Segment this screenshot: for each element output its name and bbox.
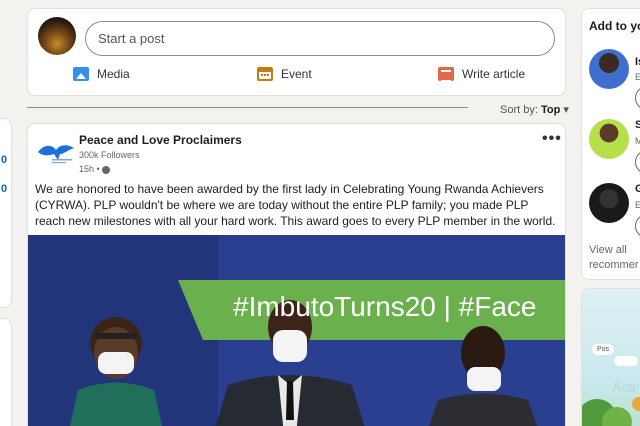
follow-button[interactable]: [635, 86, 640, 110]
follow-button[interactable]: [635, 214, 640, 238]
post-timestamp: 15h •: [79, 164, 111, 174]
post-time-text: 15h •: [79, 164, 100, 174]
post-author-name[interactable]: Peace and Love Proclaimers: [79, 133, 242, 147]
follow-button[interactable]: [635, 150, 640, 174]
recommendation-headline: M: [635, 136, 640, 146]
recommendation-name[interactable]: S: [635, 119, 640, 131]
view-all-recommendations-link[interactable]: View all recommer: [589, 243, 640, 273]
add-to-feed-title: Add to yo: [589, 19, 640, 33]
sort-prefix: Sort by:: [500, 104, 538, 116]
post-image[interactable]: #ImbutoTurns20 | #Face: [28, 235, 565, 426]
recommendation-name[interactable]: G: [635, 183, 640, 195]
ad-decoration: [632, 397, 640, 411]
globe-icon: [102, 165, 111, 174]
ad-foliage: [602, 407, 632, 426]
ad-chip: Pos: [592, 344, 615, 355]
caret-down-icon: ▾: [563, 104, 569, 116]
composer-actions: Media Event Write article: [28, 67, 565, 89]
post-photo-scene: [28, 235, 565, 426]
avatar[interactable]: [589, 49, 629, 89]
image-icon: [73, 67, 89, 81]
company-logo[interactable]: [36, 140, 76, 166]
ad-chip-label: Pos: [597, 346, 610, 353]
event-button[interactable]: Event: [257, 67, 312, 81]
write-article-button[interactable]: Write article: [438, 67, 526, 82]
recommendation-name[interactable]: Is: [635, 56, 640, 68]
start-post-placeholder: Start a post: [98, 31, 165, 46]
ad-chip-secondary: [614, 356, 638, 366]
post-photo-banner-text: #ImbutoTurns20 | #Face: [233, 291, 537, 322]
feed-divider: [27, 107, 468, 108]
post-composer: Start a post Media Event Write article: [27, 8, 566, 96]
feed-post: Peace and Love Proclaimers 300k Follower…: [27, 123, 566, 426]
sort-value: Top: [540, 104, 561, 116]
media-button[interactable]: Media: [73, 67, 130, 81]
ad-headline: Acti: [612, 379, 636, 395]
avatar[interactable]: [38, 17, 76, 55]
start-post-input[interactable]: Start a post: [85, 21, 555, 56]
profile-stat-value[interactable]: 0: [1, 183, 7, 195]
more-options-icon[interactable]: •••: [542, 130, 562, 148]
sort-dropdown[interactable]: Sort by: Top ▾: [500, 103, 569, 116]
left-secondary-card: [0, 318, 12, 426]
promoted-ad-card[interactable]: Pos Acti: [581, 288, 640, 426]
recommendation-headline: E: [635, 200, 640, 210]
avatar[interactable]: [589, 119, 629, 159]
post-author-followers: 300k Followers: [79, 150, 140, 160]
article-icon: [438, 67, 454, 82]
view-all-label: View all recommer: [589, 244, 639, 271]
calendar-icon: [257, 67, 273, 81]
profile-stat-value[interactable]: 0: [1, 154, 7, 166]
left-profile-card: 0 0: [0, 118, 12, 308]
post-text: We are honored to have been awarded by t…: [35, 182, 556, 228]
write-article-label: Write article: [462, 67, 526, 81]
add-to-feed-card: Add to yo Is E S M G E View all recommer: [581, 8, 640, 280]
event-label: Event: [281, 67, 312, 81]
media-label: Media: [97, 67, 130, 81]
recommendation-headline: E: [635, 72, 640, 82]
avatar[interactable]: [589, 183, 629, 223]
